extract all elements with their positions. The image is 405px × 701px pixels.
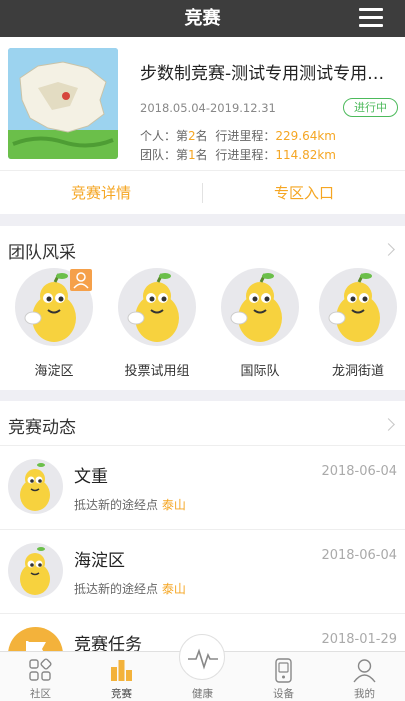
- tab-label: 健康: [192, 688, 213, 700]
- team-name: 海淀区: [34, 364, 74, 379]
- team-avatar: [118, 268, 196, 346]
- team-avatar: [221, 268, 299, 346]
- competition-card[interactable]: 步数制竞赛-测试专用测试专用测试专用 2018.05.04-2019.12.31…: [0, 37, 405, 170]
- team-name: 国际队: [240, 364, 280, 379]
- news-place: 泰山: [161, 582, 186, 596]
- competition-icon: [111, 660, 132, 681]
- team-distance: 114.82km: [275, 148, 336, 162]
- news-title: 竞赛动态: [8, 418, 76, 438]
- bottom-tab-bar: 社区 竞赛 健康 设备 我的: [0, 634, 405, 701]
- health-icon: [188, 648, 218, 670]
- team-avatar: [8, 543, 63, 598]
- chevron-right-icon[interactable]: [382, 243, 395, 256]
- tab-profile[interactable]: 我的: [324, 652, 405, 701]
- profile-icon: [353, 659, 376, 683]
- tab-label: 我的: [354, 688, 375, 700]
- team-name: 投票试用组: [124, 364, 190, 379]
- personal-rank: 2: [188, 129, 196, 143]
- news-place: 泰山: [161, 498, 186, 512]
- news-description: 抵达新的途经点 泰山: [74, 582, 186, 596]
- status-badge: 进行中: [343, 98, 398, 117]
- team-item[interactable]: 龙洞街道: [311, 268, 405, 379]
- team-rank: 1: [188, 148, 196, 162]
- user-avatar: [8, 459, 63, 514]
- news-description: 抵达新的途经点 泰山: [74, 498, 186, 512]
- competition-map-image: [8, 48, 118, 159]
- tab-competition[interactable]: 竞赛: [81, 652, 162, 701]
- page-title: 竞赛: [184, 8, 221, 29]
- zone-entry-button[interactable]: 专区入口: [203, 171, 405, 215]
- tab-label: 设备: [273, 688, 294, 700]
- news-user-name: 文重: [74, 467, 108, 487]
- top-bar: 竞赛: [0, 0, 405, 37]
- device-icon: [275, 658, 292, 683]
- tab-community[interactable]: 社区: [0, 652, 81, 701]
- task-flag-icon: [8, 627, 63, 651]
- competition-title: 步数制竞赛-测试专用测试专用测试专用: [140, 64, 390, 84]
- news-item[interactable]: 海淀区 2018-06-04 抵达新的途经点 泰山: [0, 529, 405, 613]
- news-item[interactable]: 文重 2018-06-04 抵达新的途经点 泰山: [0, 445, 405, 529]
- team-showcase-section: 团队风采 海淀区 投票试用组 国际队 龙洞街道: [0, 226, 405, 390]
- personal-stat: 个人：第2名 行进里程：229.64km: [140, 129, 336, 143]
- competition-dates: 2018.05.04-2019.12.31: [140, 101, 276, 115]
- team-avatar: [319, 268, 397, 346]
- news-date: 2018-01-29: [321, 632, 397, 647]
- team-showcase-title: 团队风采: [8, 243, 76, 263]
- community-icon: [29, 658, 52, 681]
- competition-news-section: 竞赛动态 文重 2018-06-04 抵达新的途经点 泰山 海淀区 2018-0…: [0, 401, 405, 651]
- tab-label: 竞赛: [111, 688, 132, 700]
- team-name: 龙洞街道: [331, 364, 384, 379]
- competition-actions: 竞赛详情 专区入口: [0, 170, 405, 214]
- team-item[interactable]: 国际队: [208, 268, 312, 379]
- tab-device[interactable]: 设备: [243, 652, 324, 701]
- personal-distance: 229.64km: [275, 129, 336, 143]
- tab-health[interactable]: 健康: [162, 634, 243, 701]
- chevron-right-icon[interactable]: [382, 418, 395, 431]
- tab-label: 社区: [30, 688, 51, 700]
- competition-details-button[interactable]: 竞赛详情: [0, 171, 202, 215]
- news-date: 2018-06-04: [321, 464, 397, 479]
- menu-icon[interactable]: [359, 8, 383, 28]
- health-button-circle: [179, 634, 225, 680]
- team-stat: 团队：第1名 行进里程：114.82km: [140, 148, 336, 162]
- news-user-name: 海淀区: [74, 551, 125, 571]
- team-item[interactable]: 投票试用组: [105, 268, 209, 379]
- news-task-name: 竞赛任务: [74, 635, 142, 651]
- news-date: 2018-06-04: [321, 548, 397, 563]
- team-flag-icon: [70, 269, 92, 291]
